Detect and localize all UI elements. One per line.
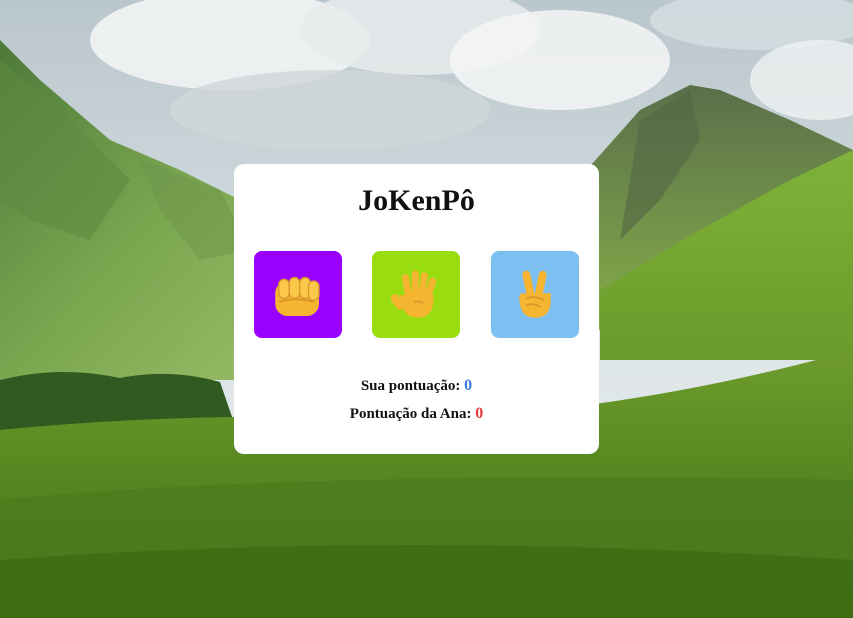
choice-buttons — [254, 251, 579, 338]
ana-score-value: 0 — [475, 405, 484, 422]
scissors-button[interactable] — [491, 251, 579, 338]
victory-hand-icon — [519, 270, 551, 318]
ana-score-label: Pontuação da Ana: — [349, 406, 472, 422]
game-page: JoKenPô Sua pontuação: 0 Pontuação da An… — [0, 0, 853, 618]
game-title: JoKenPô — [358, 184, 475, 217]
ana-score: Pontuação da Ana: 0 — [234, 405, 599, 423]
paper-button[interactable] — [372, 251, 460, 338]
fist-icon — [275, 276, 320, 316]
player-score: Sua pontuação: 0 — [234, 377, 599, 395]
player-score-label: Sua pontuação: — [360, 378, 461, 394]
open-hand-icon — [390, 270, 437, 318]
player-score-value: 0 — [464, 377, 473, 394]
game-card: JoKenPô Sua pontuação: 0 Pontuação da An… — [234, 164, 599, 454]
rock-button[interactable] — [254, 251, 342, 338]
